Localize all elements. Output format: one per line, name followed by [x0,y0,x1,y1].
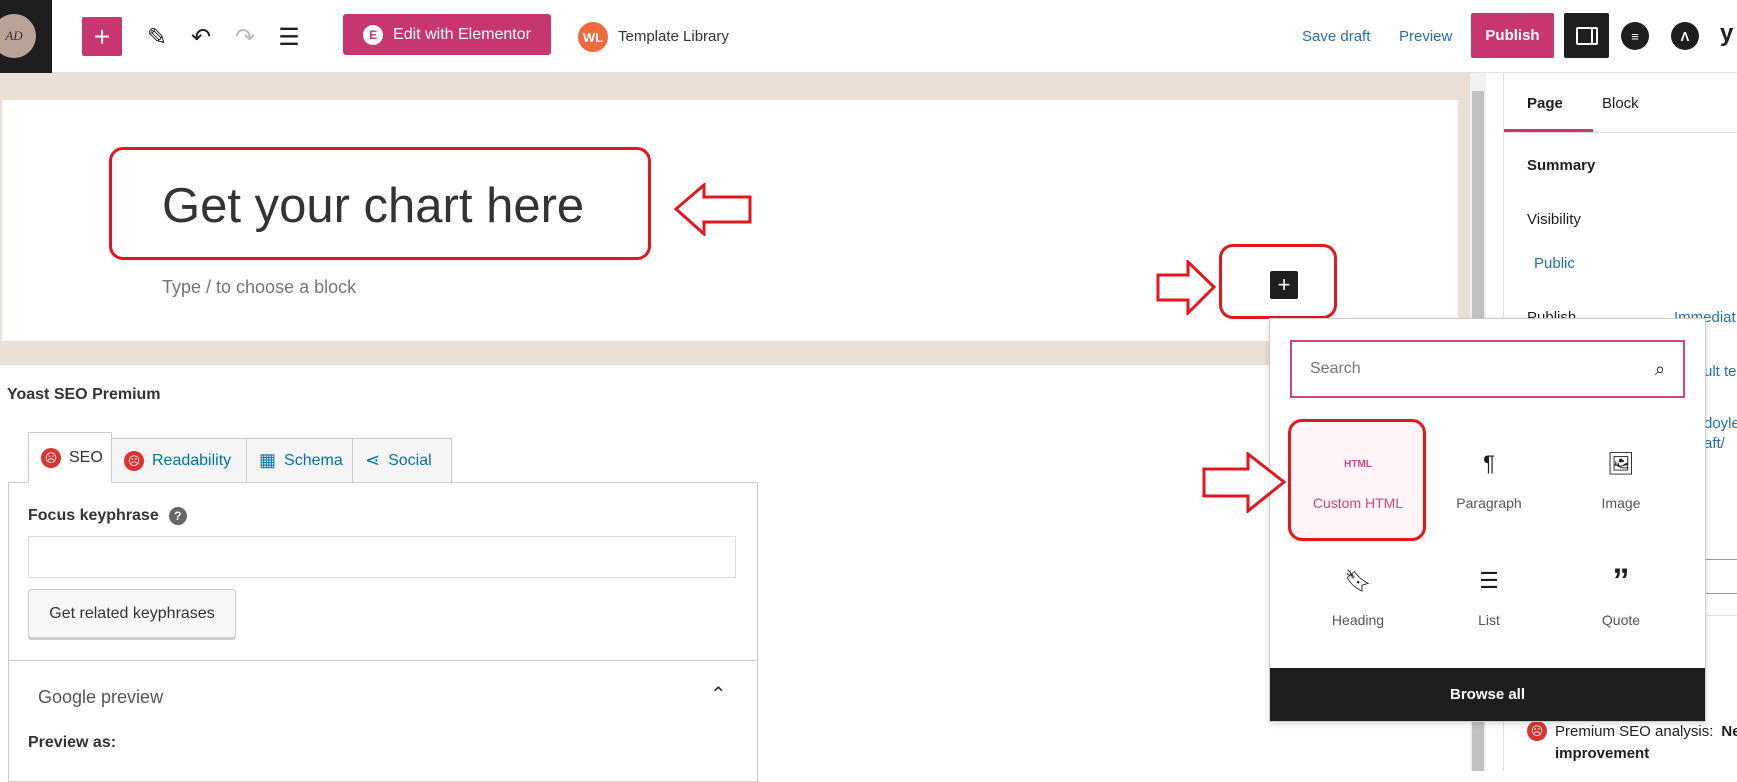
focus-keyphrase-input[interactable] [28,536,736,578]
html-icon: HTML [1344,458,1372,470]
template-library-link[interactable]: Template Library [618,28,729,45]
paragraph-icon: ¶ [1483,451,1495,476]
url-value[interactable]: doyle [1704,415,1737,432]
quote-icon: ” [1612,561,1630,600]
tab-schema[interactable]: ▦ Schema [246,438,353,483]
tab-seo[interactable]: ☹ SEO [28,432,112,483]
redo-icon[interactable]: ↷ [228,20,262,54]
block-placeholder[interactable]: Type / to choose a block [162,277,356,298]
save-draft-button[interactable]: Save draft [1302,28,1370,45]
preview-button[interactable]: Preview [1399,28,1452,45]
add-block-button[interactable]: + [82,17,122,56]
post-title[interactable]: Get your chart here [162,178,584,234]
annotation-arrow-right [1156,260,1216,315]
sad-face-icon: ☹ [41,447,61,468]
bookmark-icon: 🔖︎ [1344,568,1372,593]
block-inserter-popover: ⌕ HTMLCustom HTML ¶Paragraph 🖼︎Image 🔖︎H… [1269,318,1706,722]
list-icon: ☰ [1479,568,1499,593]
astra-icon[interactable]: Λ [1671,22,1699,50]
preview-as-label: Preview as: [28,734,117,751]
annotation-arrow-right-html [1202,452,1286,513]
tab-readability[interactable]: ☹ Readability [111,438,247,483]
block-paragraph[interactable]: ¶ Paragraph [1420,420,1558,542]
block-search-input[interactable] [1310,360,1610,378]
sidebar-icon [1575,26,1598,45]
edit-with-elementor-button[interactable]: E Edit with Elementor [343,14,551,55]
premium-seo-analysis[interactable]: ☹ Premium SEO analysis: Ne [1527,721,1737,741]
google-preview-toggle[interactable]: Google preview [38,687,163,708]
seo-analysis-status: improvement [1555,745,1650,762]
block-image[interactable]: 🖼︎ Image [1552,420,1690,542]
tab-block[interactable]: Block [1602,95,1639,112]
tab-social[interactable]: ⋖ Social [352,438,452,483]
chevron-up-icon[interactable]: ⌃ [710,682,727,707]
elementor-label: Edit with Elementor [393,25,531,43]
publish-button[interactable]: Publish [1471,13,1554,58]
block-search-field[interactable]: ⌕ [1290,340,1685,398]
visibility-value[interactable]: Public [1534,255,1575,272]
tab-page[interactable]: Page [1527,95,1563,112]
logo-signature: AD [0,14,36,58]
get-related-keyphrases-button[interactable]: Get related keyphrases [28,589,236,638]
browse-all-button[interactable]: Browse all [1270,668,1705,721]
list-view-icon[interactable]: ☰ [272,20,306,54]
sad-face-icon: ☹ [1527,721,1547,741]
block-quote[interactable]: ” Quote [1552,537,1690,659]
grid-icon: ▦ [259,450,277,470]
block-custom-html[interactable]: HTML Custom HTML [1289,420,1427,542]
block-heading[interactable]: 🔖︎ Heading [1289,537,1427,659]
image-icon: 🖼︎ [1607,451,1635,476]
search-icon: ⌕ [1654,358,1665,379]
block-list[interactable]: ☰ List [1420,537,1558,659]
visibility-label: Visibility [1527,211,1581,228]
undo-icon[interactable]: ↶ [184,20,218,54]
share-icon: ⋖ [365,450,381,470]
yoast-icon[interactable]: y [1720,20,1733,48]
yoast-metabox-title: Yoast SEO Premium [7,386,161,403]
annotation-arrow-left [674,183,752,236]
template-value[interactable]: ult te [1704,363,1737,380]
sad-face-icon: ☹ [124,450,144,471]
pencil-icon[interactable]: ✎ [140,20,174,54]
settings-sidebar-toggle[interactable] [1564,13,1609,58]
elementor-notes-icon[interactable]: ≡ [1621,22,1649,50]
summary-heading[interactable]: Summary [1527,157,1595,174]
url-value-line2[interactable]: aft/ [1704,435,1725,452]
inline-add-block-button[interactable]: + [1270,271,1298,299]
help-icon[interactable]: ? [168,507,187,525]
focus-keyphrase-label: Focus keyphrase? [28,507,187,525]
elementor-icon: E [363,24,384,45]
template-library-logo[interactable]: WL [578,22,608,52]
site-logo[interactable]: AD [0,0,52,73]
